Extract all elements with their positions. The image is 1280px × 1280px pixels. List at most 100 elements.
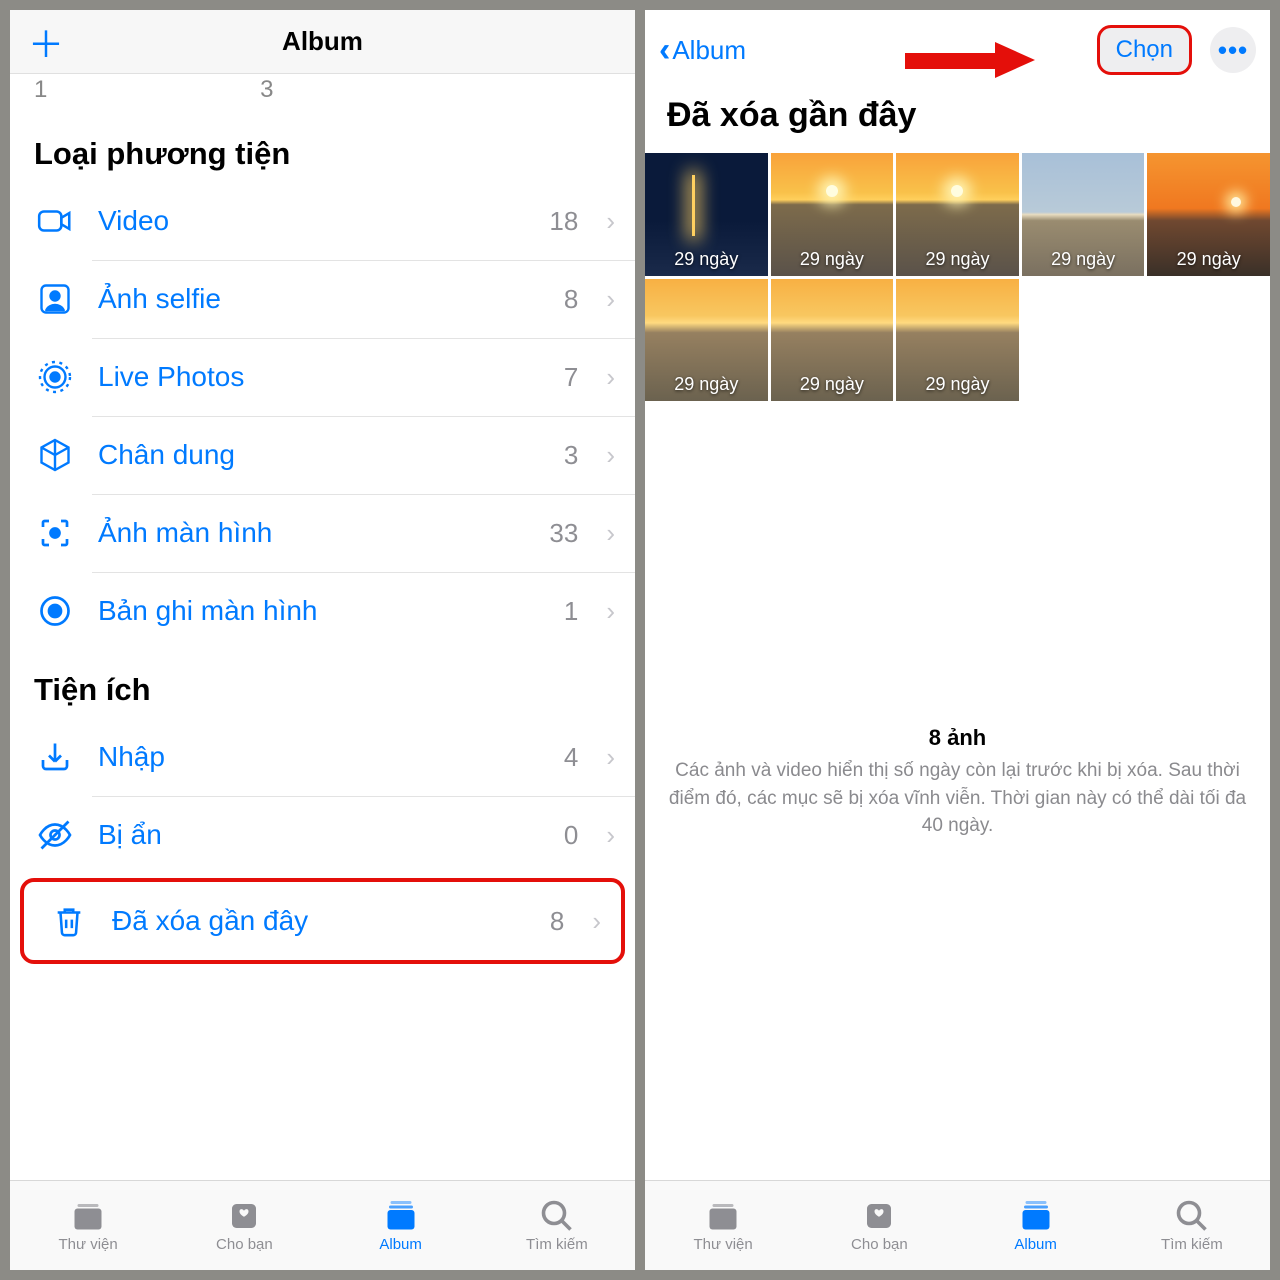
- record-icon: [34, 590, 76, 632]
- count-1: 1: [34, 76, 47, 104]
- row-label: Đã xóa gần đây: [112, 905, 528, 937]
- tab-album[interactable]: Album: [958, 1181, 1114, 1270]
- select-label: Chọn: [1116, 36, 1173, 63]
- row-video[interactable]: Video 18 ›: [10, 182, 635, 260]
- photo-thumbnail[interactable]: 29 ngày: [896, 279, 1019, 402]
- eye-slash-icon: [34, 814, 76, 856]
- recently-deleted-screen: ‹ Album Chọn ••• Đã xóa gần đây 29 ngày …: [645, 10, 1270, 1270]
- highlight-recently-deleted: Đã xóa gần đây 8 ›: [20, 878, 625, 964]
- more-button[interactable]: •••: [1210, 27, 1256, 73]
- photo-thumbnail[interactable]: 29 ngày: [1022, 153, 1145, 276]
- photo-thumbnail[interactable]: 29 ngày: [645, 153, 768, 276]
- video-icon: [34, 200, 76, 242]
- photo-thumbnail[interactable]: 29 ngày: [1147, 153, 1270, 276]
- tab-library[interactable]: Thư viện: [645, 1181, 801, 1270]
- days-remaining: 29 ngày: [1022, 249, 1145, 270]
- tab-label: Cho bạn: [851, 1236, 908, 1253]
- row-count: 1: [564, 596, 578, 627]
- row-label: Video: [98, 205, 527, 237]
- album-icon: [1018, 1198, 1054, 1234]
- row-label: Bản ghi màn hình: [98, 595, 542, 627]
- tab-search[interactable]: Tìm kiếm: [1114, 1181, 1270, 1270]
- page-title: Đã xóa gần đây: [645, 90, 1270, 153]
- chevron-right-icon: ›: [606, 440, 615, 471]
- utilities-list: Nhập 4 › Bị ẩn 0 › Đã xóa gần đây 8: [10, 718, 635, 964]
- screenshot-icon: [34, 512, 76, 554]
- chevron-right-icon: ›: [606, 206, 615, 237]
- for-you-icon: [226, 1198, 262, 1234]
- navbar: ‹ Album Chọn •••: [645, 10, 1270, 90]
- tab-label: Tìm kiếm: [526, 1236, 588, 1253]
- row-hidden[interactable]: Bị ẩn 0 ›: [10, 796, 635, 874]
- row-imports[interactable]: Nhập 4 ›: [10, 718, 635, 796]
- annotation-arrow: [905, 42, 1035, 78]
- photo-thumbnail[interactable]: 29 ngày: [896, 153, 1019, 276]
- days-remaining: 29 ngày: [896, 249, 1019, 270]
- row-count: 18: [549, 206, 578, 237]
- tab-album[interactable]: Album: [323, 1181, 479, 1270]
- chevron-right-icon: ›: [592, 906, 601, 937]
- row-screenshots[interactable]: Ảnh màn hình 33 ›: [10, 494, 635, 572]
- import-icon: [34, 736, 76, 778]
- days-remaining: 29 ngày: [645, 374, 768, 395]
- count-2: 3: [260, 76, 273, 104]
- media-types-list: Video 18 › Ảnh selfie 8 › Live Photos 7 …: [10, 182, 635, 650]
- chevron-left-icon: ‹: [659, 31, 670, 70]
- tab-label: Album: [379, 1236, 422, 1253]
- photo-thumbnail[interactable]: 29 ngày: [645, 279, 768, 402]
- cube-icon: [34, 434, 76, 476]
- row-selfies[interactable]: Ảnh selfie 8 ›: [10, 260, 635, 338]
- back-label: Album: [672, 35, 746, 66]
- tab-bar: Thư viện Cho bạn Album Tìm kiếm: [645, 1180, 1270, 1270]
- row-count: 8: [564, 284, 578, 315]
- chevron-right-icon: ›: [606, 284, 615, 315]
- section-utilities: Tiện ích: [10, 650, 635, 718]
- albums-screen: ＋ Album 1 3 Loại phương tiện Video 18 › …: [10, 10, 635, 1270]
- select-button[interactable]: Chọn: [1097, 25, 1192, 75]
- days-remaining: 29 ngày: [771, 249, 894, 270]
- album-counts-row: 1 3: [10, 74, 298, 114]
- row-count: 7: [564, 362, 578, 393]
- row-portrait[interactable]: Chân dung 3 ›: [10, 416, 635, 494]
- section-media-types: Loại phương tiện: [10, 114, 635, 182]
- row-label: Chân dung: [98, 439, 542, 471]
- for-you-icon: [861, 1198, 897, 1234]
- back-button[interactable]: ‹ Album: [659, 31, 746, 70]
- tab-library[interactable]: Thư viện: [10, 1181, 166, 1270]
- album-icon: [383, 1198, 419, 1234]
- row-count: 33: [549, 518, 578, 549]
- row-label: Ảnh màn hình: [98, 517, 527, 549]
- tab-bar: Thư viện Cho bạn Album Tìm kiếm: [10, 1180, 635, 1270]
- days-remaining: 29 ngày: [896, 374, 1019, 395]
- chevron-right-icon: ›: [606, 596, 615, 627]
- chevron-right-icon: ›: [606, 820, 615, 851]
- tab-label: Cho bạn: [216, 1236, 273, 1253]
- ellipsis-icon: •••: [1218, 35, 1248, 66]
- photo-count: 8 ảnh: [663, 725, 1252, 751]
- summary: 8 ảnh Các ảnh và video hiển thị số ngày …: [645, 725, 1270, 856]
- chevron-right-icon: ›: [606, 742, 615, 773]
- tab-label: Thư viện: [694, 1236, 753, 1253]
- tab-label: Thư viện: [59, 1236, 118, 1253]
- add-album-button[interactable]: ＋: [28, 16, 64, 68]
- chevron-right-icon: ›: [606, 518, 615, 549]
- row-screen-recordings[interactable]: Bản ghi màn hình 1 ›: [10, 572, 635, 650]
- tab-for-you[interactable]: Cho bạn: [801, 1181, 957, 1270]
- days-remaining: 29 ngày: [1147, 249, 1270, 270]
- tab-label: Tìm kiếm: [1161, 1236, 1223, 1253]
- tab-for-you[interactable]: Cho bạn: [166, 1181, 322, 1270]
- row-label: Nhập: [98, 741, 542, 773]
- row-recently-deleted[interactable]: Đã xóa gần đây 8 ›: [24, 882, 621, 960]
- selfie-icon: [34, 278, 76, 320]
- tab-search[interactable]: Tìm kiếm: [479, 1181, 635, 1270]
- library-icon: [70, 1198, 106, 1234]
- row-label: Live Photos: [98, 361, 542, 393]
- trash-icon: [48, 900, 90, 942]
- days-remaining: 29 ngày: [645, 249, 768, 270]
- photo-thumbnail[interactable]: 29 ngày: [771, 279, 894, 402]
- chevron-right-icon: ›: [606, 362, 615, 393]
- search-icon: [1174, 1198, 1210, 1234]
- navbar: ＋ Album: [10, 10, 635, 74]
- photo-thumbnail[interactable]: 29 ngày: [771, 153, 894, 276]
- row-live-photos[interactable]: Live Photos 7 ›: [10, 338, 635, 416]
